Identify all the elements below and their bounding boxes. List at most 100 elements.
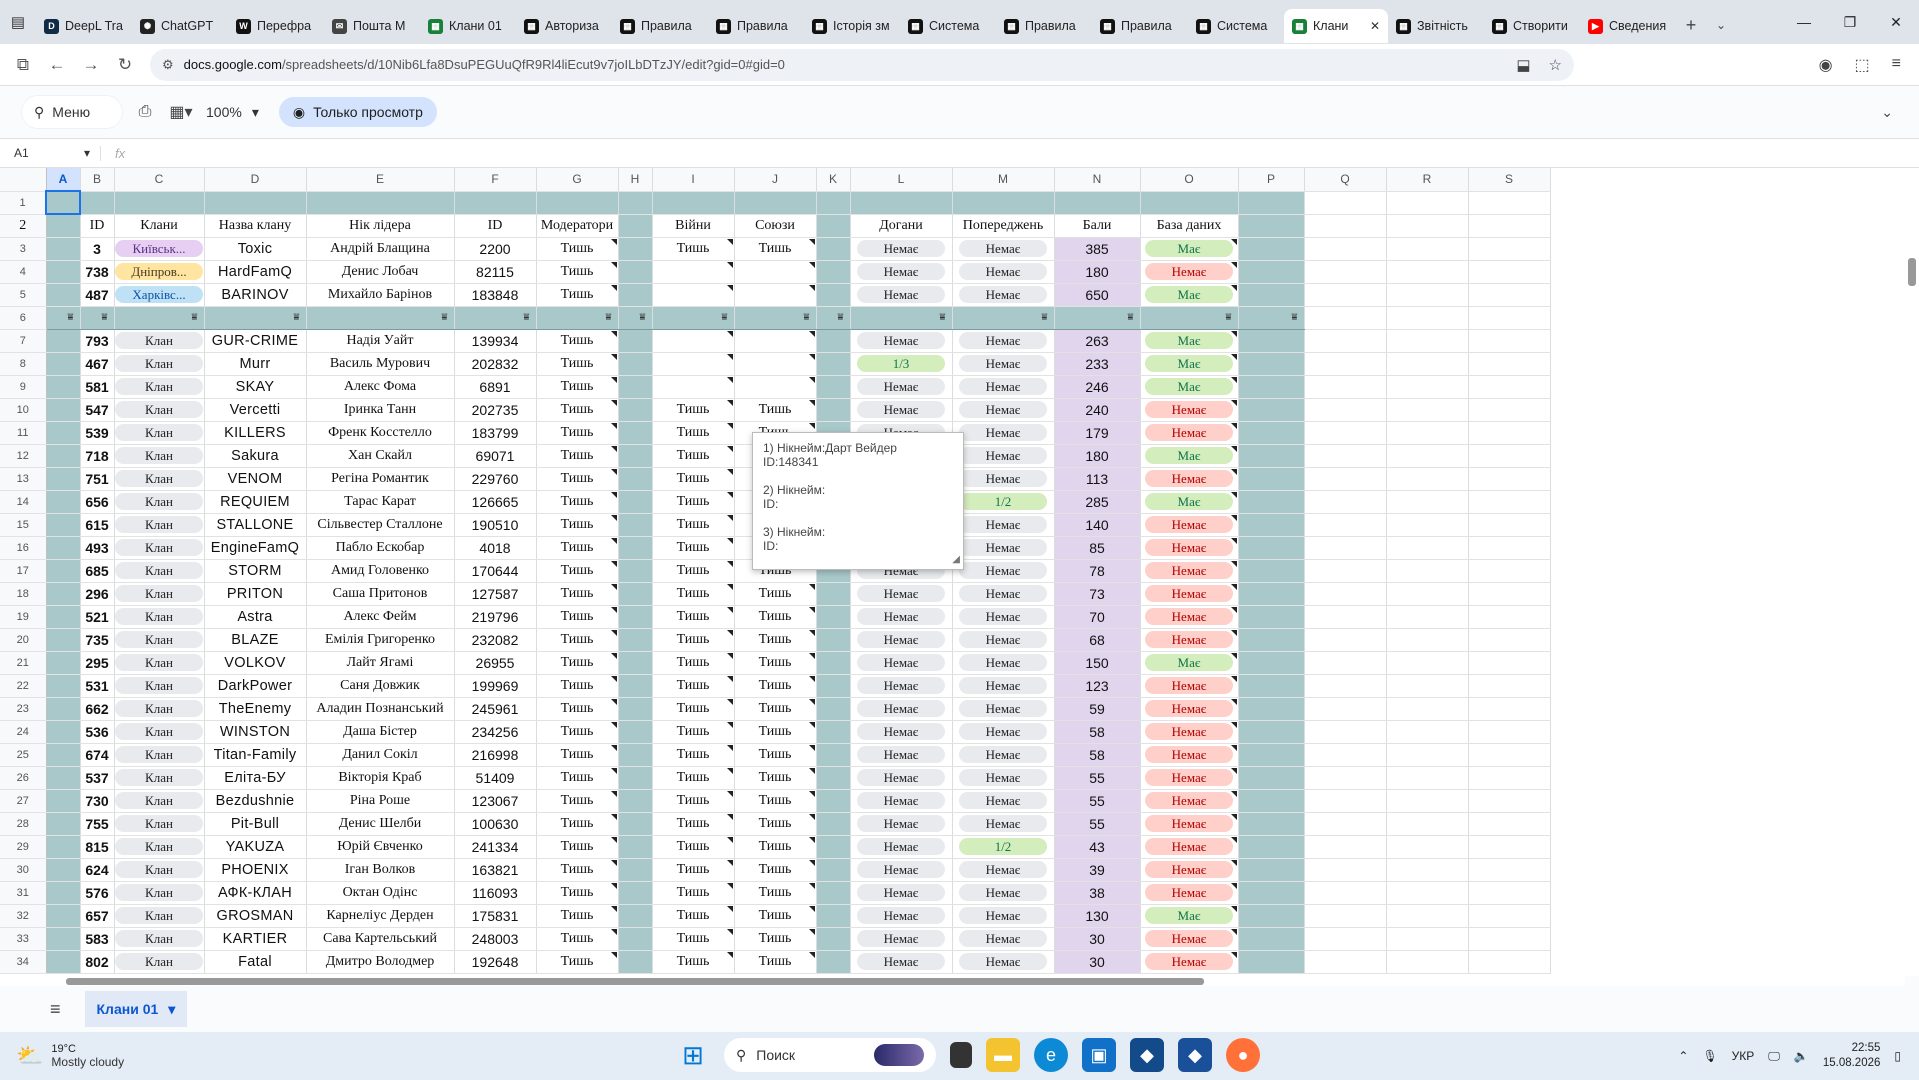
cell[interactable] xyxy=(618,927,653,951)
status-chip[interactable]: Клан xyxy=(115,654,203,671)
cell[interactable] xyxy=(1304,605,1387,629)
cell[interactable] xyxy=(816,628,851,652)
cell[interactable]: Клан xyxy=(114,927,205,951)
cell[interactable]: Сава Картельський xyxy=(306,927,455,951)
cell[interactable]: Клан xyxy=(114,490,205,514)
status-chip[interactable]: Має xyxy=(1145,378,1233,395)
cell[interactable]: BLAZE xyxy=(204,628,307,652)
app-icon[interactable]: ◆ xyxy=(1178,1038,1212,1072)
status-chip[interactable]: Немає xyxy=(1145,930,1233,947)
cell[interactable] xyxy=(1386,444,1469,468)
cell[interactable]: 245961 xyxy=(454,697,537,721)
cell[interactable]: Тишь xyxy=(536,743,619,767)
cell[interactable] xyxy=(1386,214,1469,238)
close-window-button[interactable]: ✕ xyxy=(1873,14,1919,31)
status-chip[interactable]: Немає xyxy=(959,240,1047,257)
status-chip[interactable]: Клан xyxy=(115,792,203,809)
cell[interactable] xyxy=(1468,835,1551,859)
cell[interactable]: Клан xyxy=(114,536,205,560)
cell[interactable] xyxy=(1304,858,1387,882)
cell[interactable] xyxy=(618,582,653,606)
cell[interactable]: Клан xyxy=(114,444,205,468)
cell[interactable] xyxy=(46,674,81,698)
cell[interactable] xyxy=(1304,835,1387,859)
cell[interactable]: 58 xyxy=(1054,720,1141,744)
column-title[interactable]: ID xyxy=(80,214,115,238)
cell[interactable] xyxy=(618,881,653,905)
notifications-icon[interactable]: ▯ xyxy=(1894,1049,1901,1063)
cell[interactable]: Алекс Фейм xyxy=(306,605,455,629)
cell[interactable] xyxy=(1386,329,1469,353)
cell[interactable] xyxy=(1468,743,1551,767)
cell[interactable]: HardFamQ xyxy=(204,260,307,284)
status-chip[interactable]: Клан xyxy=(115,447,203,464)
cell[interactable]: Андрій Блащина xyxy=(306,237,455,261)
cell[interactable]: 285 xyxy=(1054,490,1141,514)
status-chip[interactable]: Немає xyxy=(857,401,945,418)
cell[interactable]: Тишь xyxy=(652,536,735,560)
row-number[interactable]: 15 xyxy=(0,513,47,537)
cell[interactable] xyxy=(1238,812,1305,836)
status-chip[interactable]: Немає xyxy=(857,953,945,970)
cell[interactable]: Fatal xyxy=(204,950,307,974)
cell[interactable]: Тишь xyxy=(536,697,619,721)
status-chip[interactable]: Немає xyxy=(857,838,945,855)
cell[interactable] xyxy=(46,490,81,514)
status-chip[interactable]: Клан xyxy=(115,815,203,832)
column-header[interactable]: M xyxy=(952,168,1055,192)
cell[interactable]: Михайло Барінов xyxy=(306,283,455,307)
cell[interactable] xyxy=(816,582,851,606)
spreadsheet-grid[interactable]: ABCDEFGHIJKLMNOPQRS 1 2 ID Клани Назва клану… xyxy=(0,168,1905,976)
profile-icon[interactable]: ◉ xyxy=(1819,55,1833,75)
cell[interactable]: Немає xyxy=(850,812,953,836)
cell[interactable]: Іган Волков xyxy=(306,858,455,882)
cell[interactable]: Лайт Ягамі xyxy=(306,651,455,675)
cell[interactable] xyxy=(46,444,81,468)
app-icon[interactable]: ◆ xyxy=(1130,1038,1164,1072)
cell[interactable]: Клан xyxy=(114,766,205,790)
cell[interactable] xyxy=(1304,743,1387,767)
cell[interactable]: Тишь xyxy=(652,927,735,951)
cell[interactable] xyxy=(1304,191,1387,215)
cell[interactable]: 30 xyxy=(1054,950,1141,974)
column-title[interactable]: База даних xyxy=(1140,214,1239,238)
cell[interactable] xyxy=(1238,881,1305,905)
cell[interactable] xyxy=(1468,697,1551,721)
cell[interactable] xyxy=(1304,559,1387,583)
row-number[interactable]: 5 xyxy=(0,283,47,307)
cell[interactable]: 123067 xyxy=(454,789,537,813)
cell[interactable]: Регіна Романтик xyxy=(306,467,455,491)
cell[interactable]: 2200 xyxy=(454,237,537,261)
cell[interactable]: Тишь xyxy=(734,950,817,974)
status-chip[interactable]: Немає xyxy=(959,792,1047,809)
cell[interactable] xyxy=(1304,651,1387,675)
network-icon[interactable]: 🖵 xyxy=(1768,1049,1780,1064)
cell[interactable]: Немає xyxy=(1140,881,1239,905)
cell[interactable]: 493 xyxy=(80,536,115,560)
cell[interactable] xyxy=(46,237,81,261)
resize-handle-icon[interactable]: ◢ xyxy=(952,553,960,567)
cell[interactable] xyxy=(114,191,205,215)
cell[interactable]: 674 xyxy=(80,743,115,767)
file-explorer-icon[interactable]: ▬ xyxy=(986,1038,1020,1072)
cell[interactable] xyxy=(618,697,653,721)
cell[interactable]: Тишь xyxy=(734,812,817,836)
cell[interactable]: Немає xyxy=(952,720,1055,744)
cell[interactable]: Немає xyxy=(952,674,1055,698)
filter-icon[interactable]: ⩸ xyxy=(618,306,653,330)
cell[interactable]: Пабло Ескобар xyxy=(306,536,455,560)
cell[interactable] xyxy=(618,513,653,537)
cell[interactable]: Немає xyxy=(1140,421,1239,445)
cell[interactable] xyxy=(816,835,851,859)
cell[interactable] xyxy=(46,283,81,307)
cell[interactable]: 718 xyxy=(80,444,115,468)
store-icon[interactable]: ▣ xyxy=(1082,1038,1116,1072)
cell[interactable] xyxy=(1304,950,1387,974)
cell[interactable]: Емілія Григоренко xyxy=(306,628,455,652)
cell[interactable] xyxy=(1386,605,1469,629)
status-chip[interactable]: Клан xyxy=(115,700,203,717)
cell[interactable]: Тишь xyxy=(652,697,735,721)
cell[interactable] xyxy=(816,651,851,675)
cell[interactable]: Немає xyxy=(850,858,953,882)
row-number[interactable]: 13 xyxy=(0,467,47,491)
